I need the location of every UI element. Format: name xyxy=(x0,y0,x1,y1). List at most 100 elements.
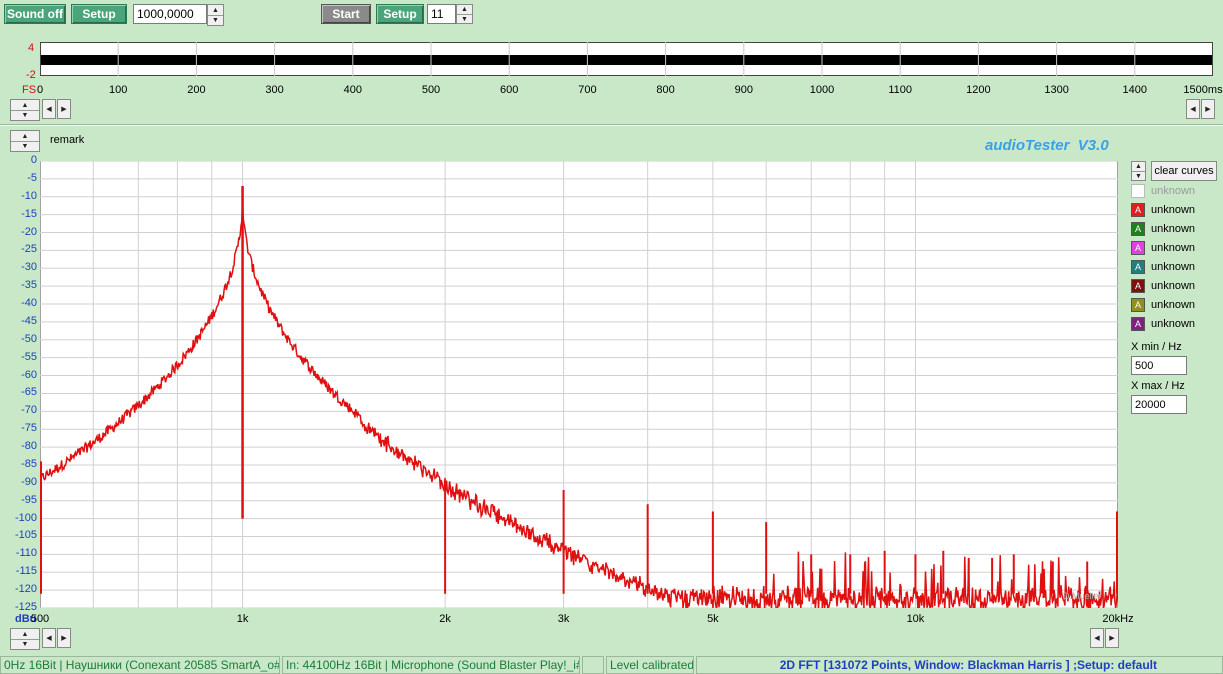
clear-curves-button[interactable]: clear curves xyxy=(1151,161,1217,181)
chevron-down-icon[interactable]: ▼ xyxy=(11,141,39,151)
plot-background xyxy=(40,161,1118,608)
y-tick-label: -100 xyxy=(14,511,37,524)
watermark: D.Mueller xyxy=(1063,591,1102,601)
chevron-up-icon[interactable]: ▲ xyxy=(11,629,39,639)
average-stepper[interactable]: ▲ ▼ xyxy=(456,4,473,24)
generator-setup-button[interactable]: Setup xyxy=(71,4,127,24)
legend-item[interactable]: Aunknown xyxy=(1131,316,1195,332)
y-tick-label: -75 xyxy=(21,422,37,435)
legend-item[interactable]: Aunknown xyxy=(1131,297,1195,313)
remark-label: remark xyxy=(50,134,85,146)
chevron-down-icon[interactable]: ▼ xyxy=(11,110,39,120)
sound-off-button[interactable]: Sound off xyxy=(4,4,66,24)
curve-color-swatch[interactable]: A xyxy=(1131,298,1145,312)
time-tick-label: 1300 xyxy=(1044,84,1069,96)
start-button[interactable]: Start xyxy=(321,4,371,24)
y-tick-label: -50 xyxy=(21,332,37,345)
time-grid xyxy=(117,42,1136,76)
legend-label: unknown xyxy=(1151,223,1196,235)
y-tick-label: -95 xyxy=(21,493,37,506)
time-tick-label: 600 xyxy=(500,84,519,96)
y-tick-label: -5 xyxy=(27,171,37,184)
xmin-input[interactable] xyxy=(1131,356,1187,375)
time-axis-prefix: FS xyxy=(22,84,37,96)
curves-stepper[interactable]: ▲ ▼ xyxy=(1131,161,1146,181)
curve-color-swatch[interactable]: A xyxy=(1131,203,1145,217)
chevron-down-icon[interactable]: ▼ xyxy=(11,639,39,649)
y-tick-label: -30 xyxy=(21,261,37,274)
legend-label: unknown xyxy=(1151,261,1196,273)
curve-color-swatch[interactable] xyxy=(1131,184,1145,198)
legend-label: unknown xyxy=(1151,242,1196,254)
legend-item[interactable]: Aunknown xyxy=(1131,202,1195,218)
time-tick-label: 500 xyxy=(421,84,441,96)
time-scroll-right-button[interactable]: ▶ xyxy=(57,99,71,119)
chevron-up-icon[interactable]: ▲ xyxy=(457,5,472,14)
status-fft-info: 2D FFT [131072 Points, Window: Blackman … xyxy=(696,656,1223,674)
y-tick-label: -65 xyxy=(21,386,37,399)
time-tick-label: 200 xyxy=(187,84,206,96)
chevron-up-icon[interactable]: ▲ xyxy=(208,5,223,15)
legend-item[interactable]: Aunknown xyxy=(1131,259,1195,275)
fft-scroll-far-right-button[interactable]: ▶ xyxy=(1105,628,1119,648)
time-tick-label: 900 xyxy=(734,84,753,96)
time-tick-label: 1000 xyxy=(809,84,835,96)
y-tick-label: -15 xyxy=(21,207,37,220)
curve-color-swatch[interactable]: A xyxy=(1131,279,1145,293)
chevron-down-icon[interactable]: ▼ xyxy=(208,15,223,25)
chevron-up-icon[interactable]: ▲ xyxy=(11,131,39,141)
chevron-up-icon[interactable]: ▲ xyxy=(1132,162,1145,171)
xmax-input[interactable] xyxy=(1131,395,1187,414)
app-title: audioTester V3.0 xyxy=(985,137,1109,154)
time-scroll-left-button[interactable]: ◀ xyxy=(42,99,56,119)
analyzer-setup-button[interactable]: Setup xyxy=(376,4,424,24)
time-tick-label: 1200 xyxy=(966,84,991,96)
fft-scroll-right-button[interactable]: ▶ xyxy=(57,628,71,648)
legend-label: unknown xyxy=(1151,280,1196,292)
fft-plot xyxy=(40,161,1118,608)
legend-label: unknown xyxy=(1151,299,1196,311)
chevron-down-icon[interactable]: ▼ xyxy=(457,14,472,23)
fft-scroll-left-button[interactable]: ◀ xyxy=(42,628,56,648)
legend-label: unknown xyxy=(1151,318,1196,330)
time-tick-label: 700 xyxy=(578,84,597,96)
x-tick-label: 20kHz xyxy=(1102,613,1134,625)
y-tick-label: -90 xyxy=(21,475,37,488)
time-y-tick-bottom: -2 xyxy=(26,69,36,81)
frequency-stepper[interactable]: ▲ ▼ xyxy=(207,4,224,26)
y-tick-label: -40 xyxy=(21,297,37,310)
curve-color-swatch[interactable]: A xyxy=(1131,222,1145,236)
y-tick-label: -35 xyxy=(21,279,37,292)
time-tick-label: 400 xyxy=(343,84,362,96)
y-tick-label: -10 xyxy=(21,189,37,202)
x-tick-label: 10k xyxy=(906,613,925,625)
time-tick-label: 0 xyxy=(36,84,44,96)
time-scroll-far-left-button[interactable]: ◀ xyxy=(1186,99,1200,119)
status-output-device: 0Hz 16Bit | Наушники (Conexant 20585 Sma… xyxy=(0,656,280,674)
remark-stepper[interactable]: ▲ ▼ xyxy=(10,130,40,152)
legend-item[interactable]: Aunknown xyxy=(1131,221,1195,237)
fft-scroll-far-left-button[interactable]: ◀ xyxy=(1090,628,1104,648)
y-tick-label: -25 xyxy=(21,243,37,256)
y-tick-label: -45 xyxy=(21,314,37,327)
average-input[interactable] xyxy=(427,4,456,24)
legend-item[interactable]: Aunknown xyxy=(1131,240,1195,256)
legend-item[interactable]: unknown xyxy=(1131,183,1195,199)
time-tick-label: 1100 xyxy=(888,84,913,96)
fft-zoom-stepper[interactable]: ▲ ▼ xyxy=(10,628,40,650)
time-zoom-stepper[interactable]: ▲ ▼ xyxy=(10,99,40,121)
y-tick-label: -55 xyxy=(21,350,37,363)
frequency-input[interactable] xyxy=(133,4,207,24)
time-tick-label: 1400 xyxy=(1122,84,1148,96)
time-scroll-far-right-button[interactable]: ▶ xyxy=(1201,99,1215,119)
x-tick-label: 5k xyxy=(707,613,719,625)
curve-color-swatch[interactable]: A xyxy=(1131,260,1145,274)
xmax-label: X max / Hz xyxy=(1131,380,1185,392)
y-tick-label: -105 xyxy=(14,529,37,542)
curve-color-swatch[interactable]: A xyxy=(1131,241,1145,255)
chevron-up-icon[interactable]: ▲ xyxy=(11,100,39,110)
legend-item[interactable]: Aunknown xyxy=(1131,278,1195,294)
chevron-down-icon[interactable]: ▼ xyxy=(1132,171,1145,180)
x-tick-label: 2k xyxy=(439,613,451,625)
curve-color-swatch[interactable]: A xyxy=(1131,317,1145,331)
